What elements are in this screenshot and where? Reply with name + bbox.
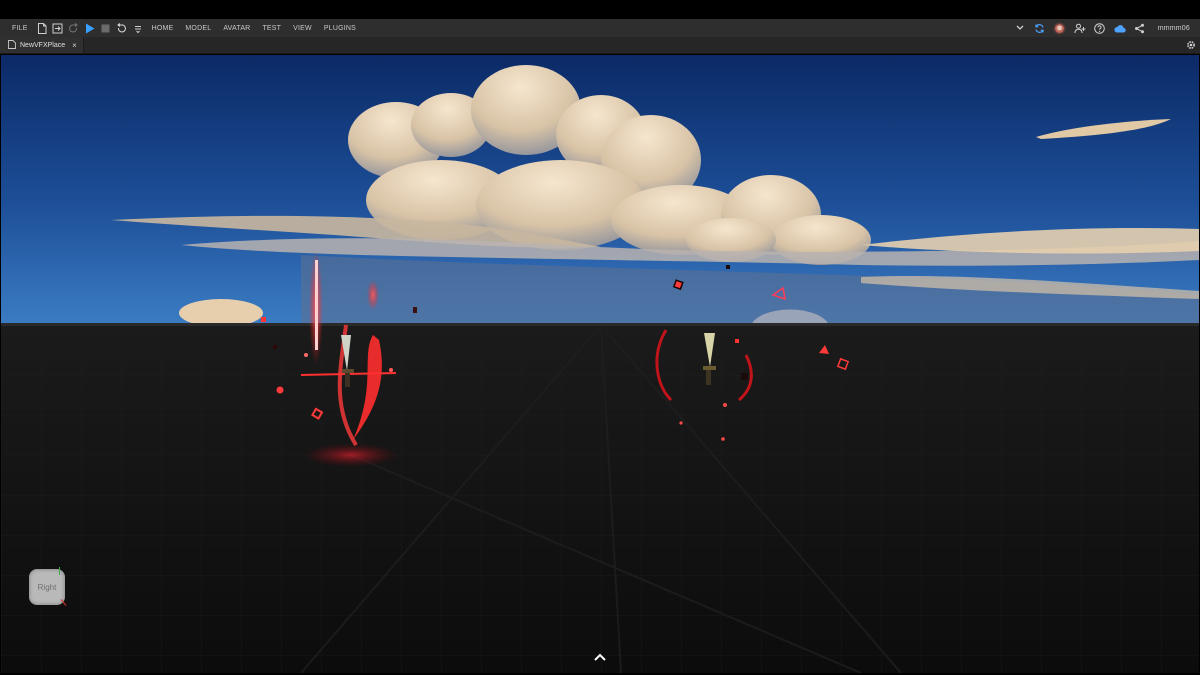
close-icon[interactable]: × — [72, 41, 77, 50]
menu-avatar[interactable]: AVATAR — [217, 19, 256, 37]
window-top-border — [0, 0, 1200, 19]
username[interactable]: mmmm06 — [1158, 25, 1190, 32]
menu-model[interactable]: MODEL — [179, 19, 217, 37]
menu-bar: FILE HOME MODEL AVATAR TEST VIEW PLUGINS… — [0, 19, 1200, 37]
scene-render — [1, 55, 1199, 673]
stop-icon[interactable] — [99, 21, 113, 35]
chevron-up-icon[interactable] — [593, 651, 607, 663]
sync-icon[interactable] — [1033, 21, 1047, 35]
cloud-icon[interactable] — [1113, 21, 1127, 35]
menu-test[interactable]: TEST — [256, 19, 287, 37]
menu-view[interactable]: VIEW — [287, 19, 318, 37]
open-file-icon[interactable] — [51, 21, 65, 35]
document-tab-bar: NewVFXPlace × — [0, 37, 1200, 54]
ground-grid — [1, 325, 1199, 673]
avatar-icon[interactable] — [1053, 21, 1067, 35]
more-icon[interactable] — [131, 21, 145, 35]
menu-bar-right: mmmm06 — [1012, 19, 1200, 37]
new-file-icon[interactable] — [35, 21, 49, 35]
small-cloud — [179, 299, 263, 327]
play-icon[interactable] — [83, 21, 97, 35]
document-icon — [8, 39, 16, 51]
3d-viewport[interactable]: Right — [1, 55, 1199, 673]
floor-glow — [303, 443, 399, 467]
collaborators-icon[interactable] — [1073, 21, 1087, 35]
y-axis-indicator — [59, 567, 60, 575]
menu-home[interactable]: HOME — [146, 19, 180, 37]
chevron-down-icon[interactable] — [1013, 21, 1027, 35]
menu-bar-left: FILE HOME MODEL AVATAR TEST VIEW PLUGINS — [0, 19, 362, 37]
settings-gear-icon[interactable] — [1182, 37, 1200, 53]
share-icon[interactable] — [1133, 21, 1147, 35]
view-cube[interactable]: Right — [29, 567, 67, 609]
tab-newvfxplace[interactable]: NewVFXPlace × — [0, 37, 84, 53]
help-icon[interactable] — [1093, 21, 1107, 35]
undo-icon[interactable] — [115, 21, 129, 35]
menu-plugins[interactable]: PLUGINS — [318, 19, 362, 37]
horizon-line — [1, 323, 1199, 326]
tab-label: NewVFXPlace — [20, 41, 66, 49]
menu-file[interactable]: FILE — [6, 19, 34, 37]
redo-icon[interactable] — [67, 21, 81, 35]
roblox-studio-window: FILE HOME MODEL AVATAR TEST VIEW PLUGINS… — [0, 0, 1200, 675]
